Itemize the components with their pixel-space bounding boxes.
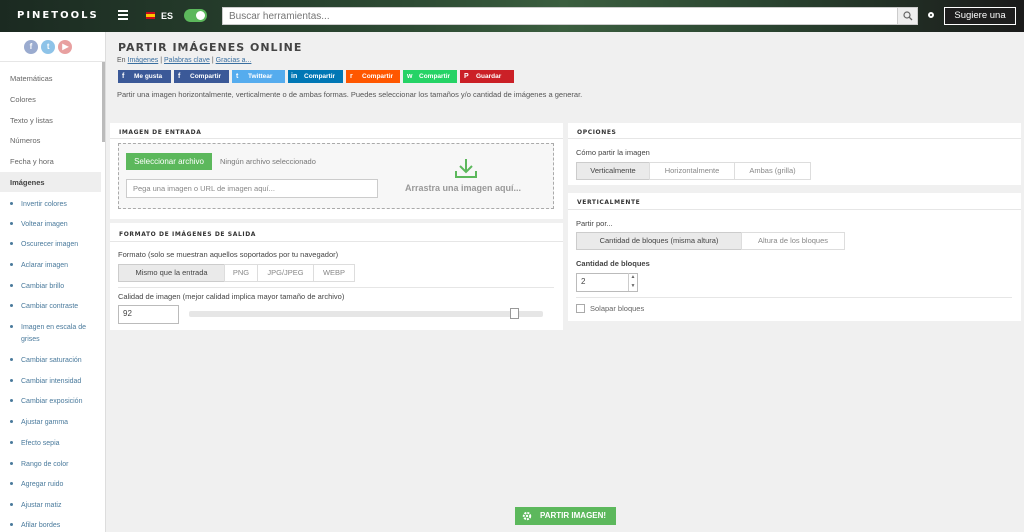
tool-link[interactable]: Cambiar saturación [10,355,96,367]
drag-image-text: Arrastra una imagen aquí... [405,183,522,193]
youtube-icon[interactable]: ▶ [58,40,73,54]
tool-link[interactable]: Cambiar exposición [10,396,96,408]
tool-link[interactable]: Agregar ruido [10,479,96,491]
facebook-icon[interactable]: f [24,40,38,54]
sidebar-item-numeros[interactable]: Números [10,136,40,145]
format-option-webp[interactable]: WEBP [313,264,355,282]
download-icon [455,159,477,178]
format-option-png[interactable]: PNG [224,264,258,282]
top-bar: PINETOOLS ES Sugiere una [0,0,1024,32]
tool-link[interactable]: Aclarar imagen [10,260,96,272]
split-mode-label: Cómo partir la imagen [576,148,650,157]
tool-link[interactable]: Cambiar intensidad [10,376,96,388]
page-description: Partir una imagen horizontalmente, verti… [117,90,583,99]
sidebar-item-matematicas[interactable]: Matemáticas [10,74,53,83]
split-by-height[interactable]: Altura de los bloques [741,232,845,250]
overlap-label: Solapar bloques [590,304,645,313]
language-label[interactable]: ES [161,11,173,21]
menu-icon[interactable] [118,10,128,20]
pinterest-save-button[interactable]: P Guardar [460,70,514,83]
sidebar-item-colores[interactable]: Colores [10,95,36,104]
blocks-count-stepper[interactable]: ▲ ▼ [628,273,637,291]
blocks-count-label: Cantidad de bloques [576,259,650,268]
input-panel-heading: IMAGEN DE ENTRADA [119,129,202,136]
image-url-input[interactable]: Pega una imagen o URL de imagen aquí... [126,179,378,198]
breadcrumb: En Imágenes | Palabras clave | Gracias a… [117,57,252,64]
tool-link[interactable]: Oscurecer imagen [10,239,96,251]
breadcrumb-link[interactable]: Gracias a... [216,57,252,64]
sidebar-scrollbar[interactable] [102,62,105,142]
whatsapp-share-button[interactable]: w Compartir [403,70,457,83]
tool-link[interactable]: Ajustar matiz [10,500,96,512]
reddit-share-button[interactable]: r Compartir [346,70,400,83]
divider [576,297,1012,298]
vertical-options-panel [568,193,1021,321]
tool-link[interactable]: Afilar bordes [10,520,96,532]
page-title: PARTIR IMÁGENES ONLINE [118,41,303,54]
suggest-button[interactable]: Sugiere una [944,7,1016,25]
format-label: Formato (solo se muestran aquellos sopor… [118,250,339,259]
divider [568,209,1021,210]
search-input[interactable] [223,8,893,24]
theme-toggle[interactable] [184,9,207,22]
options-panel-heading: OPCIONES [577,129,617,136]
quality-input[interactable]: 92 [118,305,179,324]
breadcrumb-link[interactable]: Imágenes [128,57,159,64]
settings-icon[interactable] [928,12,934,18]
tool-link[interactable]: Rango de color [10,459,96,471]
tool-link[interactable]: Cambiar brillo [10,281,96,293]
split-option-grid[interactable]: Ambas (grilla) [734,162,811,180]
quality-slider-track[interactable] [189,311,543,317]
search-icon [903,11,913,21]
split-by-count[interactable]: Cantidad de bloques (misma altura) [576,232,742,250]
sidebar-item-texto[interactable]: Texto y listas [10,116,53,125]
search-box [222,7,918,25]
vertical-panel-heading: VERTICALMENTE [577,199,641,206]
divider [110,241,563,242]
split-option-horizontal[interactable]: Horizontalmente [649,162,735,180]
divider [0,61,105,62]
tool-link[interactable]: Cambiar contraste [10,301,96,313]
split-by-label: Partir por... [576,219,613,228]
quality-label: Calidad de imagen (mejor calidad implica… [118,292,345,301]
tool-link[interactable]: Voltear imagen [10,219,96,231]
logo[interactable]: PINETOOLS [17,10,99,21]
breadcrumb-link[interactable]: Palabras clave [164,57,210,64]
sidebar: f t ▶ Matemáticas Colores Texto y listas… [0,32,106,532]
split-option-vertical[interactable]: Verticalmente [576,162,650,180]
divider [118,287,554,288]
linkedin-share-button[interactable]: in Compartir [288,70,343,83]
overlap-checkbox[interactable] [576,304,585,313]
split-image-button[interactable]: PARTIR IMAGEN! [515,507,616,525]
select-file-button[interactable]: Seleccionar archivo [126,153,212,170]
twitter-share-button[interactable]: t Twittear [232,70,285,83]
format-option-same[interactable]: Mismo que la entrada [118,264,225,282]
social-links: f t ▶ [24,40,73,54]
twitter-icon[interactable]: t [41,40,56,54]
tool-link[interactable]: Invertir colores [10,199,96,211]
tool-link[interactable]: Imagen en escala de grises [10,322,96,346]
facebook-like-button[interactable]: f Me gusta [118,70,171,83]
divider [568,138,1021,139]
spain-flag-icon [146,12,155,19]
no-file-text: Ningún archivo seleccionado [220,157,316,166]
divider [110,138,563,139]
output-panel-heading: FORMATO DE IMÁGENES DE SALIDA [119,231,257,238]
facebook-share-button[interactable]: f Compartir [174,70,229,83]
search-button[interactable] [897,8,917,24]
sidebar-item-imagenes[interactable]: Imágenes [10,178,45,187]
tool-link[interactable]: Efecto sepia [10,438,96,450]
quality-slider-handle[interactable] [510,308,519,319]
gear-icon [522,511,532,521]
sidebar-item-fecha[interactable]: Fecha y hora [10,157,54,166]
format-option-jpg[interactable]: JPG/JPEG [257,264,314,282]
tool-link[interactable]: Ajustar gamma [10,417,96,429]
